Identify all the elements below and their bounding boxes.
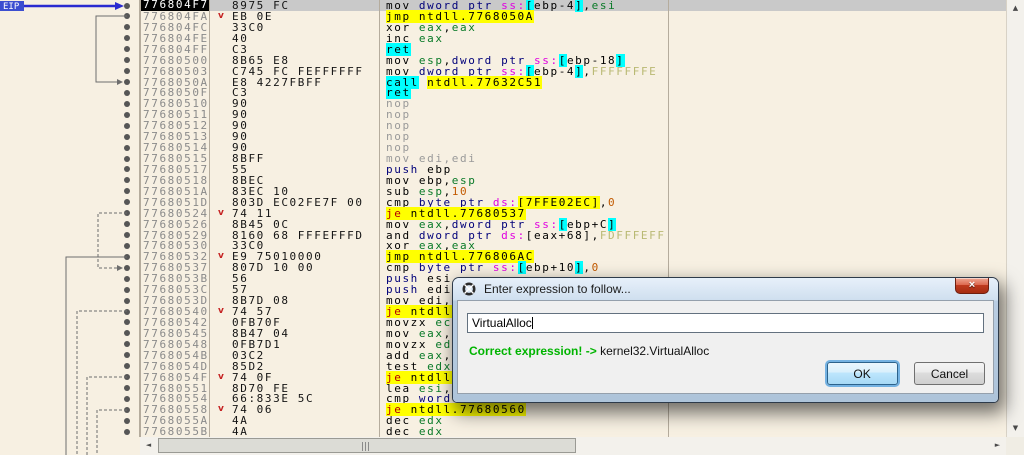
dialog-buttons: OK Cancel (815, 362, 985, 385)
column-divider (379, 0, 380, 437)
status-result: kernel32.VirtualAlloc (600, 344, 709, 358)
scroll-down-icon[interactable]: ▼ (1007, 420, 1024, 437)
jump-direction-icon: v (218, 404, 224, 414)
text-caret (532, 317, 533, 329)
jump-direction-icon: v (218, 11, 224, 21)
address-cell: 77680524 (143, 208, 209, 219)
horizontal-scrollbar[interactable]: ◄ ► (140, 437, 1006, 455)
bytes-cell: C745 FC FEFFFFFF (232, 66, 364, 77)
jump-direction-icon: v (218, 208, 224, 218)
column-divider (209, 0, 210, 437)
vertical-scrollbar[interactable]: ▲ ▼ (1006, 0, 1024, 437)
jump-direction-icon: v (218, 306, 224, 316)
instruction-cell: dec edx (386, 426, 444, 437)
bytes-cell: 4A (232, 426, 248, 437)
expression-input-value: VirtualAlloc (472, 316, 532, 330)
close-button[interactable]: × (955, 278, 989, 294)
bytes-cell: 8B45 0C (232, 219, 290, 230)
bytes-cell: 74 0F (232, 372, 273, 383)
scroll-right-icon[interactable]: ► (989, 437, 1006, 454)
status-line: Correct expression! -> kernel32.VirtualA… (469, 344, 709, 358)
scrollbar-corner (1006, 437, 1024, 455)
expression-dialog-icon (462, 282, 476, 296)
dialog-titlebar[interactable]: Enter expression to follow... × (457, 278, 994, 300)
address-cell: 7768054F (143, 372, 209, 383)
address-cell: 77680500 (143, 55, 209, 66)
scrollbar-thumb[interactable] (158, 438, 576, 453)
address-cell: 77680526 (143, 219, 209, 230)
address-cell: 77680503 (143, 66, 209, 77)
scroll-left-icon[interactable]: ◄ (140, 437, 157, 454)
debugger-window: EIP 776804F78975 FCmov dword ptr ss:[ebp… (0, 0, 1024, 455)
eip-marker: EIP (0, 1, 124, 12)
eip-label: EIP (3, 2, 20, 12)
address-cell: 7768055B (143, 426, 209, 437)
bytes-cell: 8B65 E8 (232, 55, 290, 66)
jump-arrows-graph: EIP (0, 0, 140, 455)
cancel-button[interactable]: Cancel (914, 362, 985, 385)
expression-dialog: Enter expression to follow... × VirtualA… (453, 278, 998, 402)
bytes-cell: 74 11 (232, 208, 273, 219)
jump-direction-icon: v (218, 251, 224, 261)
jump-direction-icon: v (218, 372, 224, 382)
ok-button[interactable]: OK (827, 362, 898, 385)
expression-input[interactable]: VirtualAlloc (467, 313, 984, 333)
dialog-title: Enter expression to follow... (484, 282, 631, 296)
status-message: Correct expression! -> (469, 344, 597, 358)
thumb-grip-icon (362, 442, 371, 451)
scroll-up-icon[interactable]: ▲ (1007, 0, 1024, 17)
dialog-body: VirtualAlloc Correct expression! -> kern… (457, 300, 994, 394)
